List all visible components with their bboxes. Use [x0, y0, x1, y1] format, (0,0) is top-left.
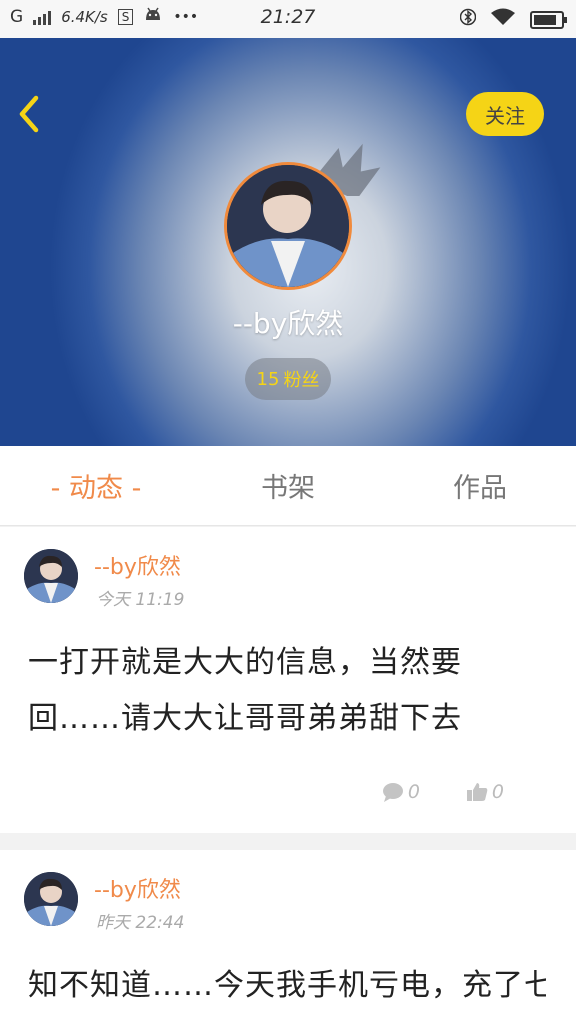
follow-button[interactable]: 关注: [466, 92, 544, 136]
profile-tabs: - 动态 - 书架 作品: [0, 446, 576, 526]
feed-post[interactable]: --by欣然 今天 11:19 一打开就是大大的信息，当然要回……请大大让哥哥弟…: [0, 527, 576, 833]
battery-level: [534, 14, 556, 25]
post-timestamp: 今天 11:19: [96, 590, 185, 610]
profile-header: 关注 --by欣然 15 粉丝: [0, 38, 576, 446]
fans-badge[interactable]: 15 粉丝: [245, 358, 331, 400]
like-button[interactable]: 0: [466, 781, 504, 803]
comment-count: 0: [407, 781, 420, 803]
like-count: 0: [491, 781, 504, 803]
post-author-avatar[interactable]: [24, 549, 78, 603]
profile-username: --by欣然: [232, 307, 344, 340]
tab-activity[interactable]: - 动态 -: [0, 446, 192, 525]
post-actions: 0 0: [382, 781, 504, 803]
battery-icon: [530, 10, 567, 29]
comment-button[interactable]: 0: [382, 781, 420, 803]
chevron-left-icon: [19, 95, 39, 133]
post-author-avatar[interactable]: [24, 872, 78, 926]
back-button[interactable]: [14, 94, 50, 134]
wifi-icon: [490, 7, 516, 32]
fans-label: 粉丝: [283, 370, 320, 391]
tab-bookshelf[interactable]: 书架: [192, 446, 384, 525]
post-author-name[interactable]: --by欣然: [94, 872, 181, 904]
post-content: 知不知道……今天我手机亏电，充了七: [28, 968, 546, 1003]
post-author-name[interactable]: --by欣然: [94, 549, 181, 581]
avatar-image: [227, 165, 349, 287]
bluetooth-icon: [459, 7, 477, 32]
post-timestamp: 昨天 22:44: [96, 913, 185, 933]
avatar-image: [24, 549, 78, 603]
feed-post[interactable]: --by欣然 昨天 22:44 知不知道……今天我手机亏电，充了七: [0, 850, 576, 1024]
post-content: 一打开就是大大的信息，当然要回……请大大让哥哥弟弟甜下去: [28, 645, 462, 736]
comment-icon: [382, 783, 403, 802]
status-bar: G 6.4K/s S ••• 21:27: [0, 0, 576, 38]
tab-works[interactable]: 作品: [384, 446, 576, 525]
fans-count: 15: [256, 368, 280, 390]
avatar-image: [24, 872, 78, 926]
thumbs-up-icon: [466, 783, 488, 801]
profile-avatar[interactable]: [224, 162, 352, 290]
